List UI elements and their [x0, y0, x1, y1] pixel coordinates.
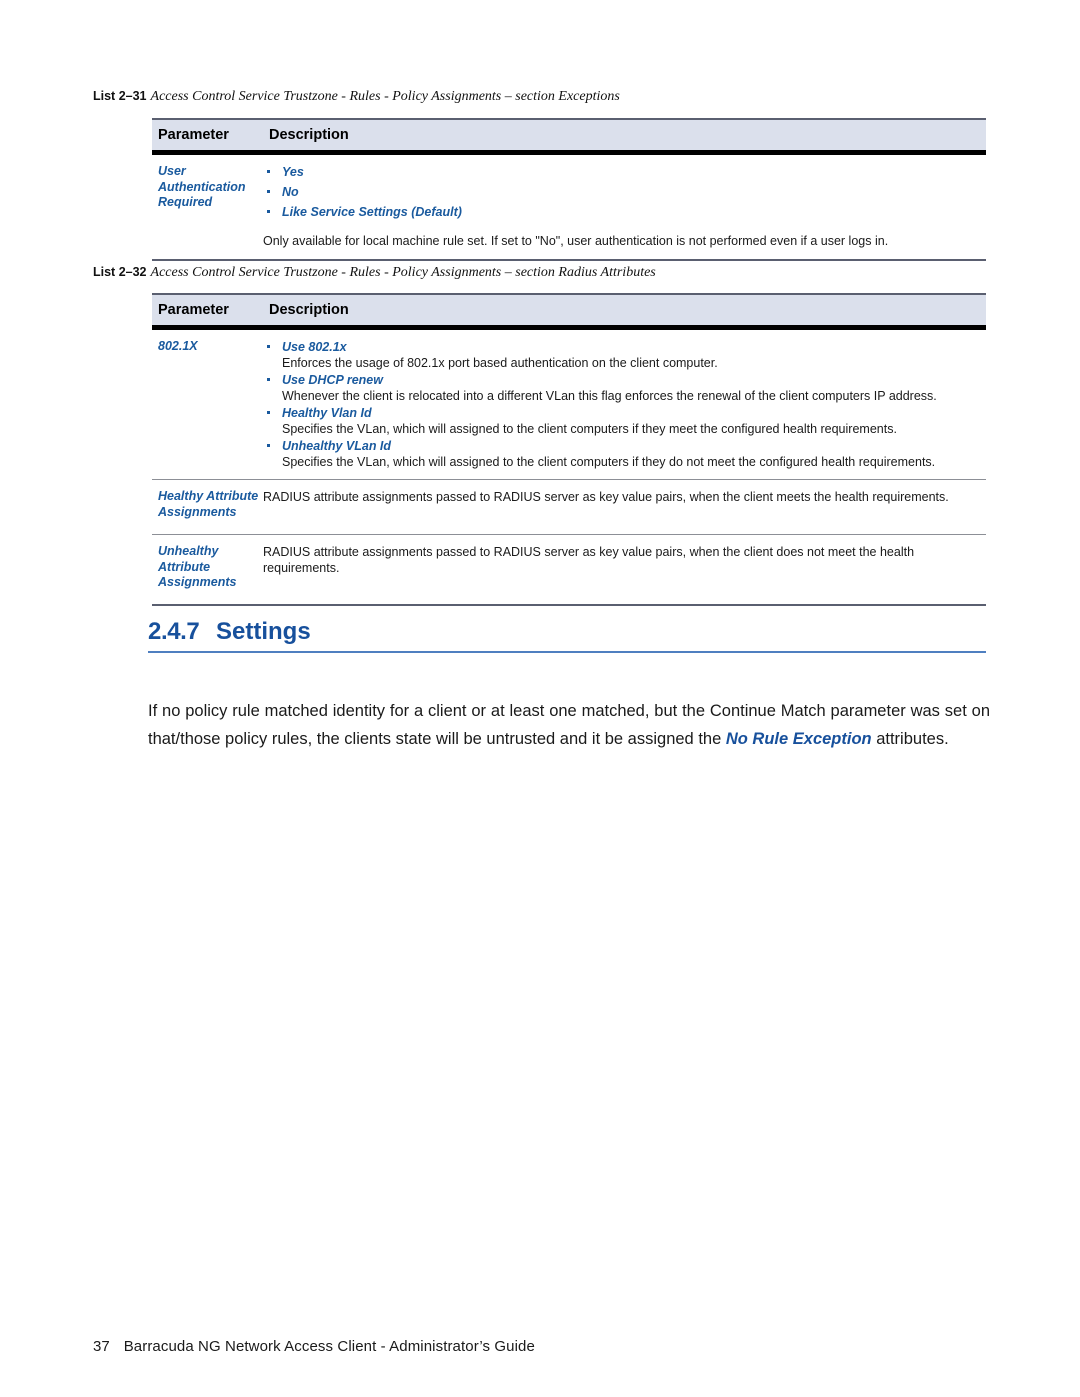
row-description: Use 802.1x Enforces the usage of 802.1x … — [260, 339, 986, 471]
section-paragraph: If no policy rule matched identity for a… — [148, 697, 990, 753]
page-footer: 37 Barracuda NG Network Access Client - A… — [93, 1338, 535, 1355]
parameter-table-radius-attributes: Parameter Description 802.1X Use 802.1x … — [152, 293, 986, 606]
option-description: Specifies the VLan, which will assigned … — [282, 455, 936, 469]
list-item: Unhealthy VLan Id Specifies the VLan, wh… — [263, 438, 986, 470]
paragraph-text-tail: attributes. — [871, 730, 949, 748]
row-parameter-name: Healthy Attribute Assignments — [158, 489, 259, 519]
bullet-icon — [267, 345, 270, 348]
option-bullet-list: Yes No Like Service Settings (Default) — [263, 164, 986, 220]
table-row: Healthy Attribute Assignments RADIUS att… — [152, 480, 986, 535]
option-label: Like Service Settings (Default) — [282, 205, 462, 219]
section-number: 2.4.7 — [148, 618, 200, 645]
table-row: User Authentication Required Yes No Like… — [152, 155, 986, 261]
table-caption-2-label: List 2–32 — [93, 265, 147, 279]
bullet-icon — [267, 444, 270, 447]
table-caption-1-label: List 2–31 — [93, 89, 147, 103]
parameter-table-exceptions: Parameter Description User Authenticatio… — [152, 118, 986, 261]
option-description: Whenever the client is relocated into a … — [282, 389, 937, 403]
table-header-row: Parameter Description — [152, 295, 986, 330]
option-label: Yes — [282, 165, 304, 179]
option-description: Specifies the VLan, which will assigned … — [282, 422, 897, 436]
section-heading: 2.4.7 Settings — [148, 618, 986, 653]
table-caption-1-text: Access Control Service Trustzone - Rules… — [150, 89, 620, 104]
bullet-icon — [267, 210, 270, 213]
list-item: No — [263, 184, 986, 200]
option-label: No — [282, 185, 299, 199]
bullet-icon — [267, 170, 270, 173]
option-bullet-list: Use 802.1x Enforces the usage of 802.1x … — [263, 339, 986, 470]
section-title: Settings — [216, 618, 311, 645]
column-header-description: Description — [269, 302, 349, 318]
table-caption-2-text: Access Control Service Trustzone - Rules… — [150, 265, 656, 280]
bullet-icon — [267, 190, 270, 193]
row-description: Yes No Like Service Settings (Default) O… — [260, 164, 986, 249]
list-item: Yes — [263, 164, 986, 180]
option-description: Enforces the usage of 802.1x port based … — [282, 356, 718, 370]
table-row: Unhealthy Attribute Assignments RADIUS a… — [152, 535, 986, 606]
column-header-parameter: Parameter — [158, 127, 229, 143]
list-item: Healthy Vlan Id Specifies the VLan, whic… — [263, 405, 986, 437]
document-page: List 2–31 Access Control Service Trustzon… — [0, 0, 1080, 1397]
row-parameter-name: Unhealthy Attribute Assignments — [158, 544, 237, 589]
row-note: Only available for local machine rule se… — [263, 234, 889, 248]
column-header-parameter: Parameter — [158, 302, 229, 318]
row-parameter-name: User Authentication Required — [158, 164, 246, 209]
row-parameter-name: 802.1X — [158, 339, 198, 353]
table-caption-2: List 2–32 Access Control Service Trustzon… — [93, 265, 656, 281]
option-label: Use 802.1x — [282, 340, 347, 354]
list-item: Like Service Settings (Default) — [263, 204, 986, 220]
page-number: 37 — [93, 1338, 110, 1355]
option-label: Unhealthy VLan Id — [282, 439, 392, 453]
row-description: RADIUS attribute assignments passed to R… — [263, 490, 949, 504]
list-item: Use DHCP renew Whenever the client is re… — [263, 372, 986, 404]
bullet-icon — [267, 378, 270, 381]
column-header-description: Description — [269, 127, 349, 143]
option-label: Healthy Vlan Id — [282, 406, 372, 420]
paragraph-highlight-term: No Rule Exception — [725, 730, 872, 748]
option-label: Use DHCP renew — [282, 373, 383, 387]
table-row: 802.1X Use 802.1x Enforces the usage of … — [152, 330, 986, 480]
footer-title: Barracuda NG Network Access Client - Adm… — [123, 1338, 535, 1355]
bullet-icon — [267, 411, 270, 414]
table-header-row: Parameter Description — [152, 120, 986, 155]
table-caption-1: List 2–31 Access Control Service Trustzon… — [93, 89, 620, 105]
list-item: Use 802.1x Enforces the usage of 802.1x … — [263, 339, 986, 371]
row-description: RADIUS attribute assignments passed to R… — [263, 545, 915, 575]
